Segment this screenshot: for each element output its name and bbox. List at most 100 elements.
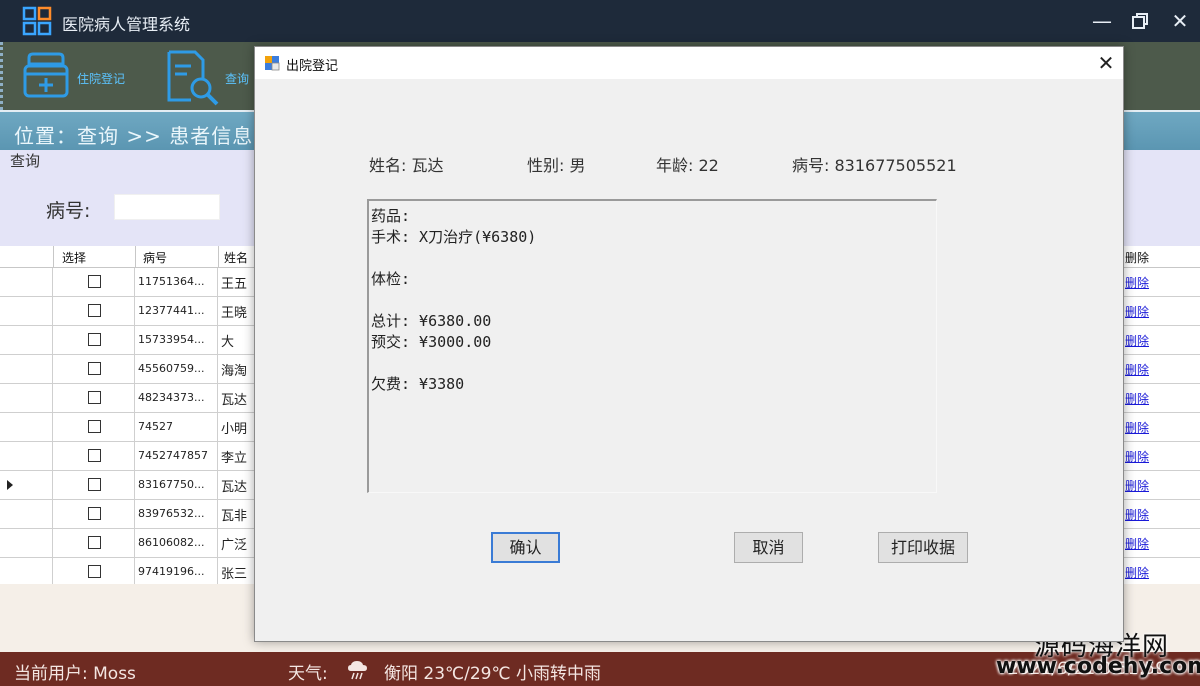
bill-details-textbox[interactable]: 药品: 手术: X刀治疗(¥6380) 体检: 总计: ¥6380.00 预交:… xyxy=(367,199,937,493)
search-document-icon xyxy=(167,50,219,106)
patient-id-cell[interactable]: 74527 xyxy=(135,413,218,441)
delete-link[interactable]: 删除 xyxy=(1122,355,1200,383)
row-checkbox[interactable] xyxy=(88,420,101,433)
select-cell xyxy=(53,442,135,470)
delete-link[interactable]: 删除 xyxy=(1122,500,1200,528)
select-cell xyxy=(53,500,135,528)
delete-link[interactable]: 删除 xyxy=(1122,471,1200,499)
bill-line xyxy=(371,248,934,269)
patient-no-label: 病号: xyxy=(46,200,91,222)
delete-link[interactable]: 删除 xyxy=(1122,529,1200,557)
row-header[interactable] xyxy=(0,384,53,412)
patient-id-cell[interactable]: 48234373... xyxy=(135,384,218,412)
row-header[interactable] xyxy=(0,297,53,325)
app-titlebar: 医院病人管理系统 — ✕ xyxy=(0,0,1200,42)
patient-name-cell[interactable]: 大 xyxy=(218,326,258,354)
row-header[interactable] xyxy=(0,326,53,354)
patient-no-input[interactable] xyxy=(114,194,220,220)
row-header[interactable] xyxy=(0,355,53,383)
patient-id-cell[interactable]: 7452747857 xyxy=(135,442,218,470)
patient-id-cell[interactable]: 83167750... xyxy=(135,471,218,499)
delete-link[interactable]: 删除 xyxy=(1122,297,1200,325)
admit-register-button[interactable]: 住院登记 xyxy=(19,46,139,106)
bill-line: 药品: xyxy=(371,207,411,225)
confirm-button[interactable]: 确认 xyxy=(491,532,560,563)
row-checkbox[interactable] xyxy=(88,565,101,578)
print-receipt-button[interactable]: 打印收据 xyxy=(878,532,968,563)
row-checkbox[interactable] xyxy=(88,362,101,375)
row-checkbox[interactable] xyxy=(88,391,101,404)
row-checkbox[interactable] xyxy=(88,304,101,317)
delete-link[interactable]: 删除 xyxy=(1122,384,1200,412)
row-header[interactable] xyxy=(0,413,53,441)
bill-line xyxy=(371,353,934,374)
patient-name-cell[interactable]: 张三 xyxy=(218,558,258,586)
minimize-icon[interactable]: — xyxy=(1088,8,1116,34)
weather-rain-icon xyxy=(348,661,367,680)
delete-link[interactable]: 删除 xyxy=(1122,442,1200,470)
dialog-titlebar[interactable]: 出院登记 ✕ xyxy=(255,47,1123,79)
patient-name-cell[interactable]: 瓦非 xyxy=(218,500,258,528)
patient-id-cell[interactable]: 11751364... xyxy=(135,268,218,296)
patient-name-cell[interactable]: 李立 xyxy=(218,442,258,470)
discharge-dialog: 出院登记 ✕ 姓名: 瓦达 性别: 男 年龄: 22 病号: 831677505… xyxy=(254,46,1124,642)
app-title: 医院病人管理系统 xyxy=(62,15,191,34)
patient-name-cell[interactable]: 广泛 xyxy=(218,529,258,557)
weather-label: 天气: xyxy=(288,664,328,684)
restore-icon[interactable] xyxy=(1126,8,1154,34)
current-row-arrow-icon xyxy=(7,480,13,490)
patient-age: 年龄: 22 xyxy=(656,156,719,175)
close-icon[interactable]: ✕ xyxy=(1166,8,1194,34)
patient-name: 姓名: 瓦达 xyxy=(369,156,444,175)
row-checkbox[interactable] xyxy=(88,478,101,491)
row-checkbox[interactable] xyxy=(88,449,101,462)
delete-link[interactable]: 删除 xyxy=(1122,558,1200,586)
row-header[interactable] xyxy=(0,558,53,586)
bill-line: 预交: ¥3000.00 xyxy=(371,333,492,351)
select-cell xyxy=(53,384,135,412)
column-header-id[interactable]: 病号 xyxy=(143,249,167,266)
dialog-title: 出院登记 xyxy=(286,59,339,74)
query-button[interactable]: 查询 xyxy=(165,46,265,106)
dialog-close-icon[interactable]: ✕ xyxy=(1093,51,1119,75)
row-header[interactable] xyxy=(0,471,53,499)
bill-line: 手术: X刀治疗(¥6380) xyxy=(371,228,537,246)
bill-line: 体检: xyxy=(371,270,411,288)
row-checkbox[interactable] xyxy=(88,275,101,288)
patient-id-cell[interactable]: 97419196... xyxy=(135,558,218,586)
patient-id-cell[interactable]: 12377441... xyxy=(135,297,218,325)
delete-link[interactable]: 删除 xyxy=(1122,413,1200,441)
patient-gender: 性别: 男 xyxy=(527,156,586,175)
row-checkbox[interactable] xyxy=(88,333,101,346)
select-cell xyxy=(53,529,135,557)
column-header-name[interactable]: 姓名 xyxy=(224,249,248,266)
patient-name-cell[interactable]: 王晓 xyxy=(218,297,258,325)
cancel-button[interactable]: 取消 xyxy=(734,532,803,563)
row-header[interactable] xyxy=(0,442,53,470)
select-cell xyxy=(53,355,135,383)
row-checkbox[interactable] xyxy=(88,507,101,520)
patient-id-cell[interactable]: 86106082... xyxy=(135,529,218,557)
delete-link[interactable]: 删除 xyxy=(1122,268,1200,296)
patient-id-cell[interactable]: 15733954... xyxy=(135,326,218,354)
column-header-select[interactable]: 选择 xyxy=(62,249,86,266)
patient-id-cell[interactable]: 83976532... xyxy=(135,500,218,528)
column-header-delete[interactable]: 删除 xyxy=(1125,249,1149,266)
row-header[interactable] xyxy=(0,529,53,557)
row-header[interactable] xyxy=(0,268,53,296)
delete-link[interactable]: 删除 xyxy=(1122,326,1200,354)
row-checkbox[interactable] xyxy=(88,536,101,549)
patient-name-cell[interactable]: 瓦达 xyxy=(218,471,258,499)
row-header[interactable] xyxy=(0,500,53,528)
patient-name-cell[interactable]: 瓦达 xyxy=(218,384,258,412)
bill-line: 欠费: ¥3380 xyxy=(371,375,465,393)
patient-name-cell[interactable]: 小明 xyxy=(218,413,258,441)
select-cell xyxy=(53,268,135,296)
patient-name-cell[interactable]: 王五 xyxy=(218,268,258,296)
dialog-app-icon xyxy=(265,56,280,71)
bill-line xyxy=(371,290,934,311)
current-user: 当前用户: Moss xyxy=(14,664,136,684)
patient-id-cell[interactable]: 45560759... xyxy=(135,355,218,383)
breadcrumb-text: 位置：查询 >> 患者信息查 xyxy=(14,124,275,148)
patient-name-cell[interactable]: 海淘 xyxy=(218,355,258,383)
